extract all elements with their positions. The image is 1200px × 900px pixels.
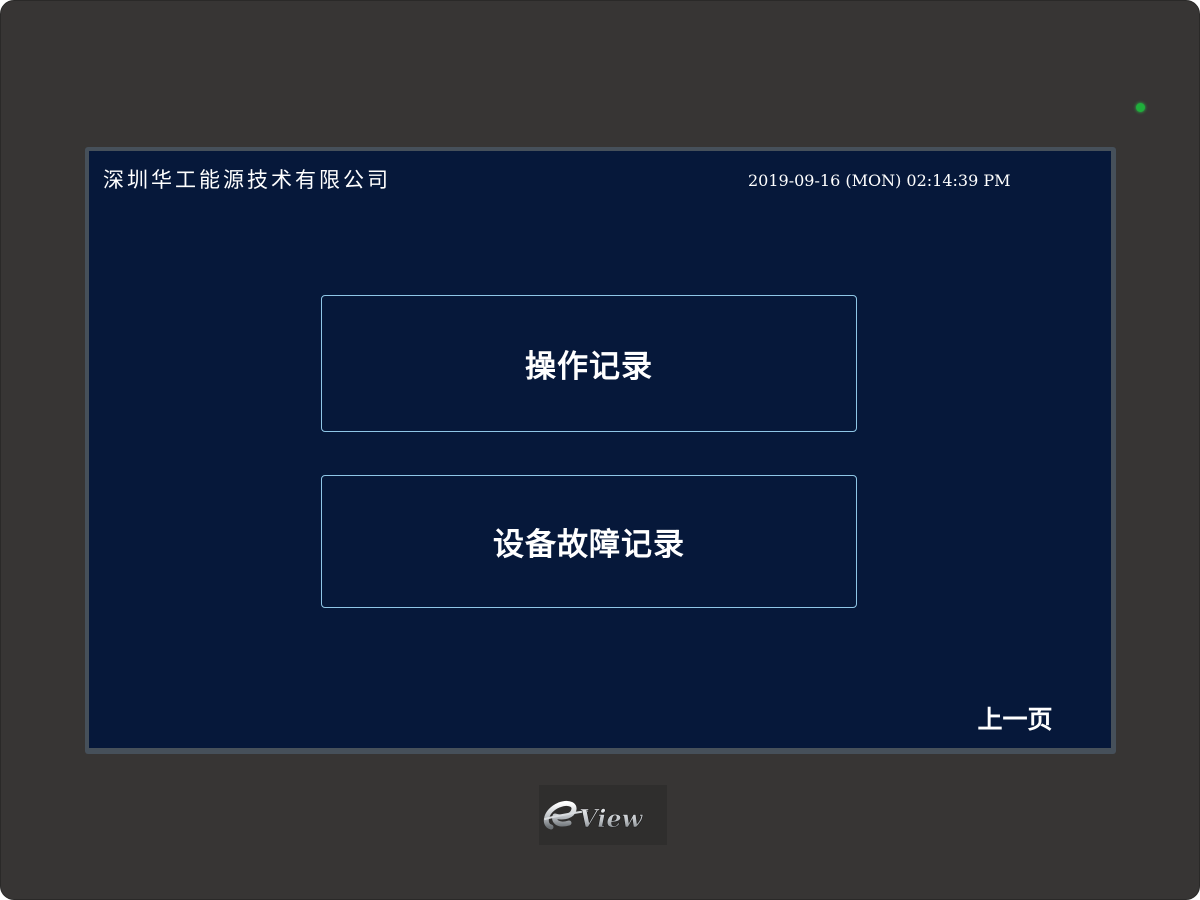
- power-led-indicator: [1136, 103, 1145, 112]
- datetime-display: 2019-09-16 (MON) 02:14:39 PM: [748, 171, 1011, 190]
- previous-page-button[interactable]: 上一页: [967, 700, 1063, 736]
- hmi-screen: 深圳华工能源技术有限公司 2019-09-16 (MON) 02:14:39 P…: [89, 151, 1111, 748]
- svg-text:View: View: [579, 804, 644, 833]
- hmi-device-frame: 深圳华工能源技术有限公司 2019-09-16 (MON) 02:14:39 P…: [0, 0, 1200, 900]
- device-fault-log-label: 设备故障记录: [493, 527, 685, 563]
- operation-log-label: 操作记录: [525, 349, 653, 385]
- eview-brand-logo: View: [539, 785, 667, 845]
- operation-log-button[interactable]: 操作记录: [321, 295, 857, 432]
- device-fault-log-button[interactable]: 设备故障记录: [321, 475, 857, 608]
- company-name: 深圳华工能源技术有限公司: [103, 168, 391, 192]
